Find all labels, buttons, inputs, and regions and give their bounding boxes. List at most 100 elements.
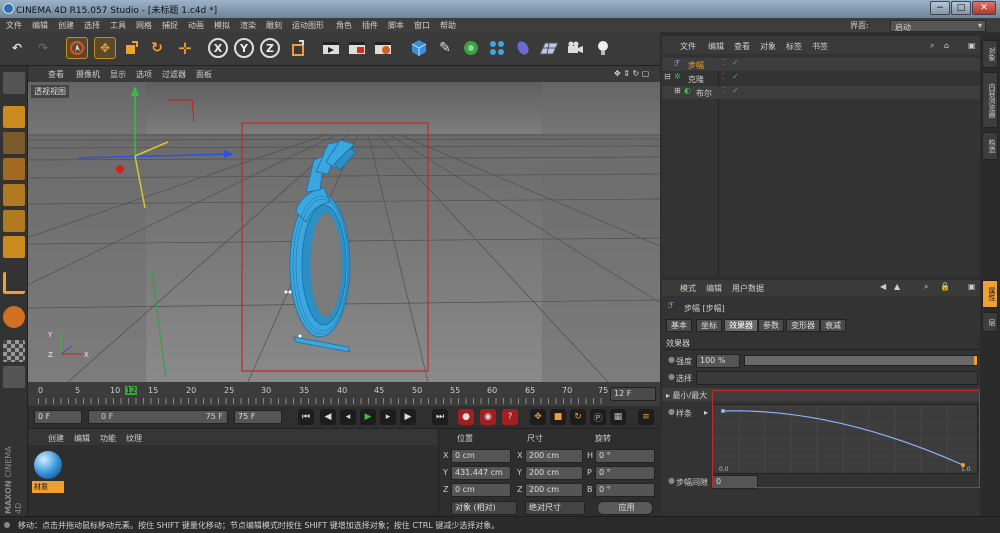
nav-back-icon[interactable]: ◀ xyxy=(880,282,886,291)
polygons-mode-icon[interactable] xyxy=(3,236,25,258)
material-menu-texture[interactable]: 纹理 xyxy=(126,433,142,444)
menu-script[interactable]: 脚本 xyxy=(388,20,404,31)
lock-icon[interactable] xyxy=(3,366,25,388)
size-x-field[interactable]: 200 cm xyxy=(525,449,583,463)
size-z-field[interactable]: 200 cm xyxy=(525,483,583,497)
menu-mesh[interactable]: 网格 xyxy=(136,20,152,31)
menu-snap[interactable]: 捕捉 xyxy=(162,20,178,31)
maximize-button[interactable]: □ xyxy=(951,1,971,15)
frame-range-slider[interactable]: 0 F 75 F xyxy=(88,410,228,424)
obj-menu-edit[interactable]: 编辑 xyxy=(708,41,724,52)
subdivision-icon[interactable] xyxy=(460,37,482,59)
next-key-icon[interactable]: ▶ xyxy=(400,409,416,425)
scale-icon[interactable] xyxy=(120,37,142,59)
apply-button[interactable]: 应用 xyxy=(597,501,653,515)
keyframe-selection-icon[interactable]: ? xyxy=(502,409,518,425)
filter-icon[interactable]: ⌂ xyxy=(944,41,949,50)
current-frame-marker[interactable]: 12 xyxy=(125,386,138,395)
enabled-check-icon[interactable]: ✓ xyxy=(732,72,739,81)
camera-icon[interactable] xyxy=(564,37,586,59)
render-picture-viewer-icon[interactable] xyxy=(346,37,368,59)
tab-deformer[interactable]: 变形器 xyxy=(786,319,820,332)
expand-icon[interactable]: ⊟ xyxy=(664,72,671,81)
viewport-menu-view[interactable]: 查看 xyxy=(48,69,64,80)
points-mode-icon[interactable] xyxy=(3,184,25,206)
axis-mode-icon[interactable] xyxy=(3,272,25,294)
close-button[interactable]: ✕ xyxy=(972,1,996,15)
cube-icon[interactable] xyxy=(408,37,430,59)
enabled-check-icon[interactable]: ✓ xyxy=(732,86,739,95)
key-position-icon[interactable]: ✥ xyxy=(530,409,546,425)
viewport-menu-panel[interactable]: 面板 xyxy=(196,69,212,80)
rotation-h-field[interactable]: 0 ° xyxy=(595,449,655,463)
obj-menu-view[interactable]: 查看 xyxy=(734,41,750,52)
key-rotation-icon[interactable]: ↻ xyxy=(570,409,586,425)
record-keys-icon[interactable]: ● xyxy=(458,409,474,425)
z-axis-icon[interactable]: Z xyxy=(260,38,280,58)
array-icon[interactable] xyxy=(486,37,508,59)
tab-effector[interactable]: 效果器 xyxy=(724,319,758,332)
tab-layers[interactable]: 层 xyxy=(982,312,998,332)
nav-up-icon[interactable]: ▲ xyxy=(894,282,900,291)
coordinate-system-icon[interactable] xyxy=(288,37,310,59)
search-icon[interactable]: ⌕ xyxy=(924,282,928,292)
menu-tools[interactable]: 工具 xyxy=(110,20,126,31)
y-axis-icon[interactable]: Y xyxy=(234,38,254,58)
add-object-icon[interactable]: ✛ xyxy=(174,37,196,59)
light-icon[interactable] xyxy=(592,37,614,59)
timeline-ruler[interactable]: 0 5 10 12 15 20 25 30 35 40 45 50 55 60 … xyxy=(28,382,660,406)
menu-simulate[interactable]: 模拟 xyxy=(214,20,230,31)
rotate-icon[interactable]: ↻ xyxy=(146,37,168,59)
floor-icon[interactable] xyxy=(538,37,560,59)
start-frame-field[interactable]: 0 F xyxy=(34,410,82,424)
live-select-icon[interactable] xyxy=(66,37,88,59)
lock-icon[interactable]: 🔒 xyxy=(940,282,950,291)
obj-menu-objects[interactable]: 对象 xyxy=(760,41,776,52)
next-frame-icon[interactable]: ▸ xyxy=(380,409,396,425)
material-swatch[interactable]: 材质 xyxy=(32,451,64,493)
texture-mode-icon[interactable] xyxy=(3,132,25,154)
object-row-stepper[interactable]: ℱ 步幅 ⁚ ✓ xyxy=(662,58,980,71)
tab-basic[interactable]: 基本 xyxy=(666,319,692,332)
obj-menu-tags[interactable]: 标签 xyxy=(786,41,802,52)
tab-coord[interactable]: 坐标 xyxy=(696,319,722,332)
menu-help[interactable]: 帮助 xyxy=(440,20,456,31)
radio-dot[interactable]: ● xyxy=(668,372,675,381)
menu-plugins[interactable]: 插件 xyxy=(362,20,378,31)
go-to-start-icon[interactable]: ⏮ xyxy=(298,409,314,425)
autokey-icon[interactable]: ◉ xyxy=(480,409,496,425)
menu-character[interactable]: 角色 xyxy=(336,20,352,31)
viewport-menu-filter[interactable]: 过滤器 xyxy=(162,69,186,80)
strength-slider[interactable] xyxy=(744,355,978,366)
strength-field[interactable]: 100 % xyxy=(696,354,740,368)
position-x-field[interactable]: 0 cm xyxy=(451,449,511,463)
menu-mograph[interactable]: 运动图形 xyxy=(292,20,324,31)
attr-menu-userdata[interactable]: 用户数据 xyxy=(732,283,764,294)
edges-mode-icon[interactable] xyxy=(3,210,25,232)
x-axis-icon[interactable]: X xyxy=(208,38,228,58)
material-menu-edit[interactable]: 编辑 xyxy=(74,433,90,444)
attr-menu-mode[interactable]: 模式 xyxy=(680,283,696,294)
tab-falloff[interactable]: 衰减 xyxy=(820,319,846,332)
viewport-menu-display[interactable]: 显示 xyxy=(110,69,126,80)
new-window-icon[interactable]: ▣ xyxy=(968,282,976,291)
snap-icon[interactable] xyxy=(3,340,25,362)
rotation-b-field[interactable]: 0 ° xyxy=(595,483,655,497)
key-scale-icon[interactable]: ■ xyxy=(550,409,566,425)
tab-content-browser[interactable]: 内容浏览器 xyxy=(982,72,998,128)
undo-icon[interactable]: ↶ xyxy=(6,37,28,59)
menu-file[interactable]: 文件 xyxy=(6,20,22,31)
tab-parameter[interactable]: 参数 xyxy=(758,319,784,332)
obj-menu-bookmarks[interactable]: 书签 xyxy=(812,41,828,52)
object-row-boolean[interactable]: ⊞ ◐ 布尔 ⁚ ✓ xyxy=(662,86,980,99)
timeline-menu-icon[interactable]: ≡ xyxy=(638,409,654,425)
expand-icon[interactable]: ⊞ xyxy=(674,86,681,95)
menu-select[interactable]: 选择 xyxy=(84,20,100,31)
viewport-menu-options[interactable]: 选项 xyxy=(136,69,152,80)
spline-expand-icon[interactable]: ▸ xyxy=(704,408,708,417)
play-icon[interactable]: ▶ xyxy=(360,409,376,425)
selection-field[interactable] xyxy=(696,371,978,385)
menu-sculpt[interactable]: 雕刻 xyxy=(266,20,282,31)
menu-edit[interactable]: 编辑 xyxy=(32,20,48,31)
position-z-field[interactable]: 0 cm xyxy=(451,483,511,497)
